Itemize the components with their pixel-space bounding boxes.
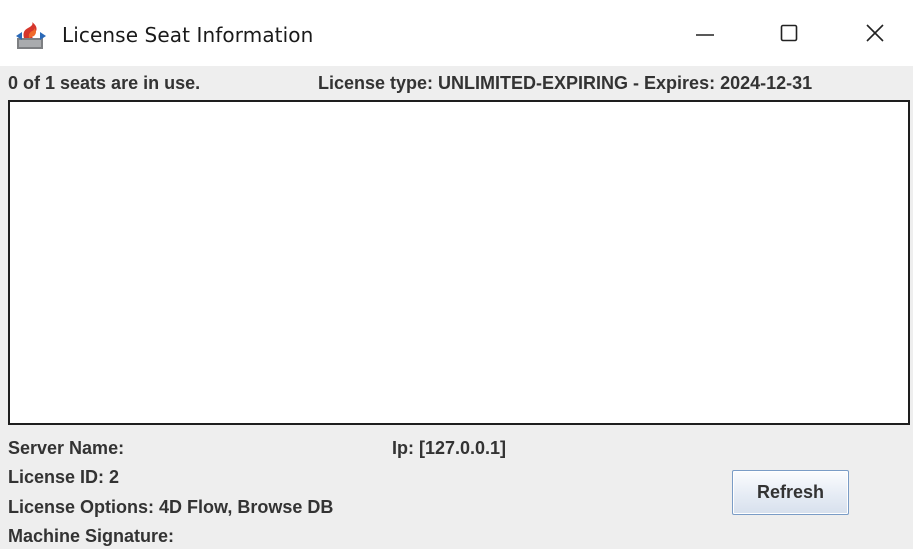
java-cup-icon [14,22,48,52]
license-info-row: 0 of 1 seats are in use. License type: U… [0,66,913,100]
close-button[interactable] [845,10,905,60]
minimize-icon [695,23,715,48]
refresh-button[interactable]: Refresh [732,470,849,515]
seats-in-use-label: 0 of 1 seats are in use. [8,73,201,93]
license-seat-window: License Seat Information 0 of 1 seats ar… [0,0,913,549]
server-info-panel: Server Name: Ip: [127.0.0.1] License ID:… [0,426,913,549]
server-name-label: Server Name: [8,438,125,458]
window-title: License Seat Information [62,23,314,47]
maximize-icon [779,23,799,48]
seat-list[interactable] [8,100,910,425]
close-icon [865,23,885,48]
license-options-label: License Options: 4D Flow, Browse DB [8,497,334,517]
machine-signature-label: Machine Signature: [8,526,175,546]
minimize-button[interactable] [675,10,735,60]
title-bar[interactable]: License Seat Information [0,0,913,66]
maximize-button[interactable] [759,10,819,60]
ip-label: Ip: [127.0.0.1] [392,438,507,458]
license-type-label: License type: UNLIMITED-EXPIRING - Expir… [318,73,813,93]
license-id-label: License ID: 2 [8,467,120,487]
